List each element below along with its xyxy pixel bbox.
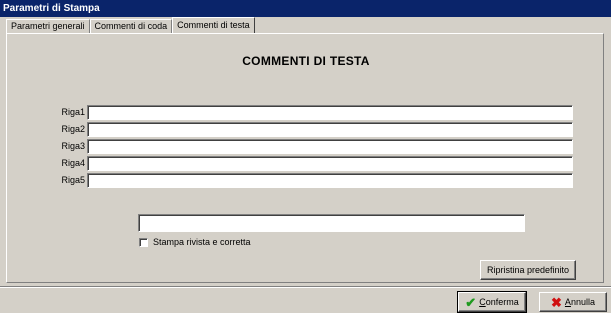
row4-input-box	[87, 156, 573, 171]
tab-header-comments[interactable]: Commenti di testa	[172, 17, 255, 33]
row4-label: Riga4	[61, 158, 85, 168]
row1-label: Riga1	[61, 107, 85, 117]
tab-footer-comments[interactable]: Commenti di coda	[89, 19, 173, 33]
revised-print-checkbox[interactable]	[139, 238, 148, 247]
x-icon: ✖	[551, 294, 562, 310]
row1-input-box	[87, 105, 573, 120]
reset-default-button[interactable]: Ripristina predefinito	[480, 260, 576, 280]
row5-label: Riga5	[61, 175, 85, 185]
extra-input-box	[138, 214, 525, 232]
footer-separator	[0, 286, 611, 288]
confirm-button[interactable]: ✔ Conferma	[457, 291, 527, 313]
row4-input[interactable]	[88, 157, 572, 170]
row5-input[interactable]	[88, 174, 572, 187]
tab-general-parameters[interactable]: Parametri generali	[6, 19, 90, 33]
tab-panel: COMMENTI DI TESTA Riga1 Riga2 Riga3 Riga…	[6, 33, 604, 283]
extra-input[interactable]	[139, 215, 524, 231]
row3-label: Riga3	[61, 141, 85, 151]
window-title: Parametri di Stampa	[0, 0, 611, 17]
check-icon: ✔	[465, 294, 477, 310]
row3-input[interactable]	[88, 140, 572, 153]
cancel-button[interactable]: ✖ Annulla	[539, 292, 607, 312]
revised-print-label: Stampa rivista e corretta	[153, 237, 251, 247]
reset-default-label: Ripristina predefinito	[486, 265, 570, 275]
tab-strip: Parametri generali Commenti di coda Comm…	[6, 17, 255, 33]
row5-input-box	[87, 173, 573, 188]
cancel-label: Annulla	[564, 297, 595, 307]
row3-input-box	[87, 139, 573, 154]
panel-heading: COMMENTI DI TESTA	[242, 54, 370, 68]
print-parameters-window: Parametri di Stampa Parametri generali C…	[0, 0, 611, 313]
row2-label: Riga2	[61, 124, 85, 134]
row2-input-box	[87, 122, 573, 137]
row2-input[interactable]	[88, 123, 572, 136]
row1-input[interactable]	[88, 106, 572, 119]
confirm-label: Conferma	[479, 297, 519, 307]
